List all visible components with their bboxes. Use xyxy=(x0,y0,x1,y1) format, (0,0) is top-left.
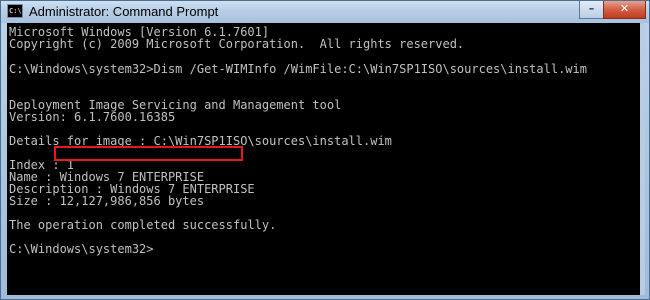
vertical-scrollbar[interactable] xyxy=(640,23,645,295)
title-bar[interactable]: C:\ Administrator: Command Prompt – ✕ xyxy=(1,1,649,23)
cmd-icon[interactable]: C:\ xyxy=(7,4,23,18)
command-prompt-window: C:\ Administrator: Command Prompt – ✕ Mi… xyxy=(0,0,650,300)
minimize-button[interactable]: – xyxy=(579,1,603,19)
window-title: Administrator: Command Prompt xyxy=(29,4,219,19)
console-line: Size : 12,127,986,856 bytes xyxy=(9,194,205,208)
console-line: Copyright (c) 2009 Microsoft Corporation… xyxy=(9,37,465,51)
console-line: Version: 6.1.7600.16385 xyxy=(9,110,176,124)
console-line: C:\Windows\system32>Dism /Get-WIMInfo /W… xyxy=(9,62,587,76)
console-line: The operation completed successfully. xyxy=(9,218,277,232)
console-line: C:\Windows\system32> xyxy=(9,242,154,256)
close-button[interactable]: ✕ xyxy=(603,1,646,19)
name-highlight-box xyxy=(54,146,243,161)
